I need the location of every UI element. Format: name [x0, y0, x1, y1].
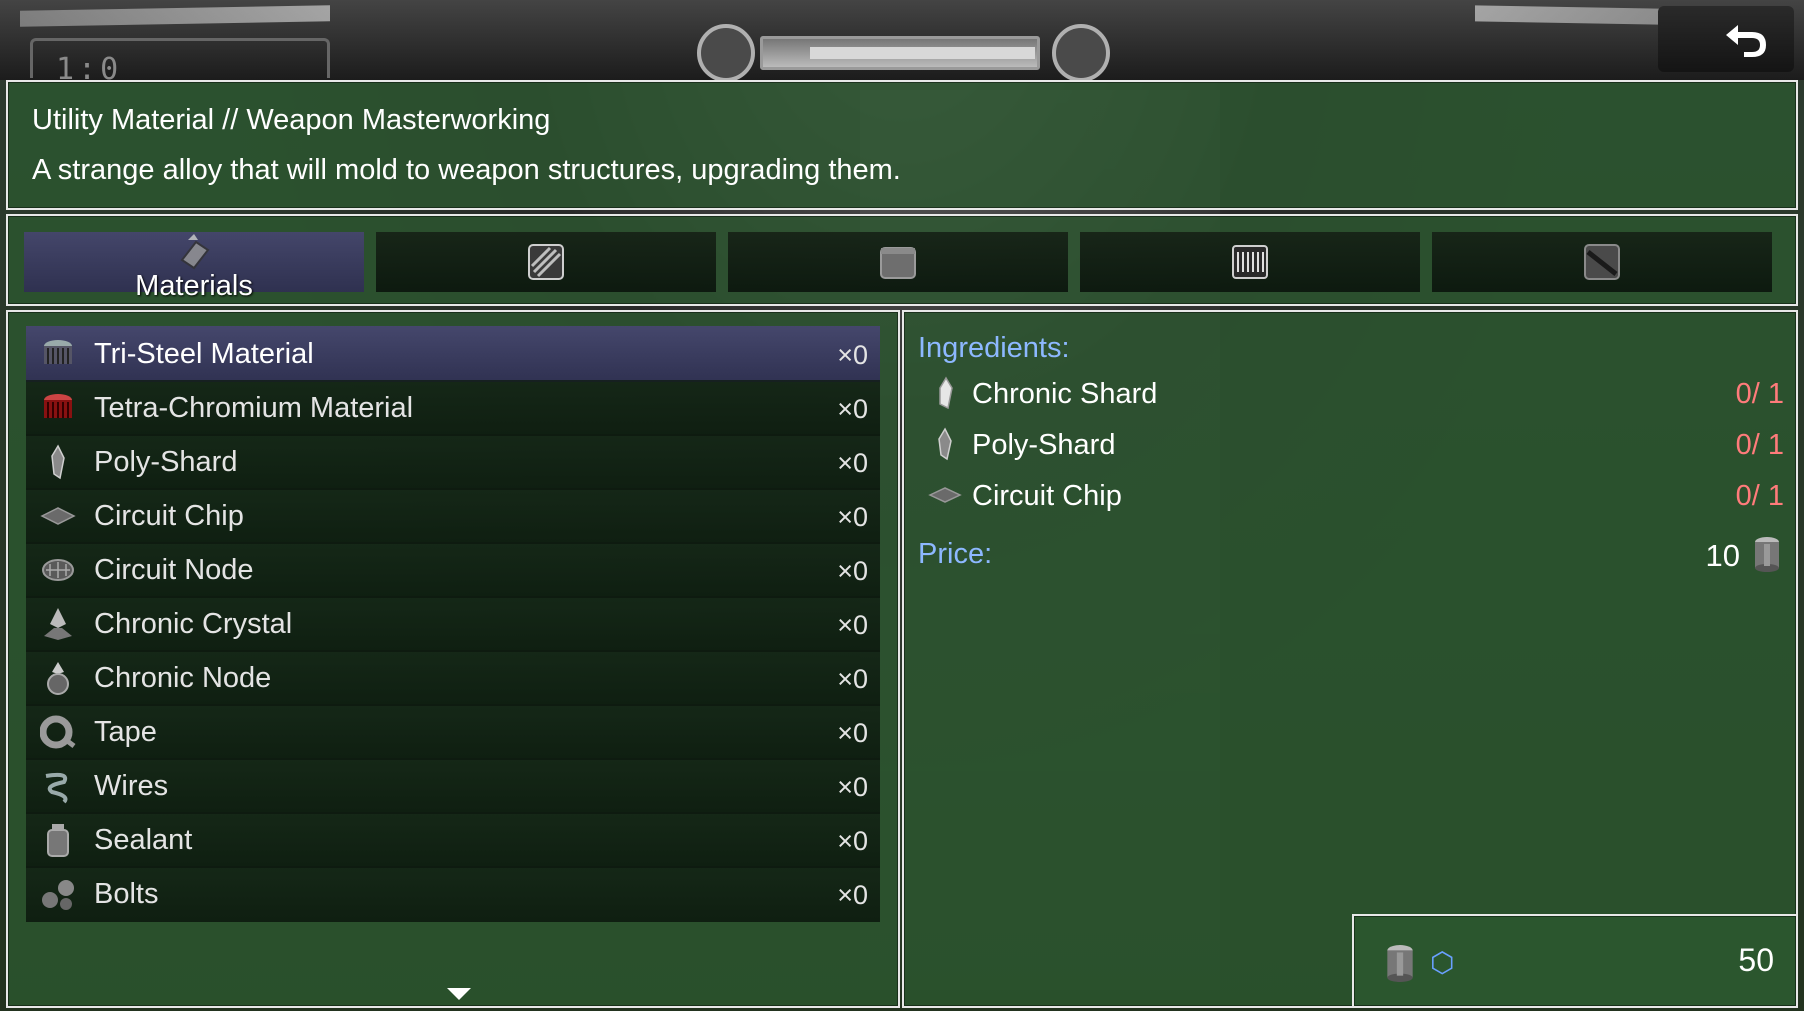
hud-gauge-fill: [810, 47, 1035, 59]
tab-materials-label: Materials: [135, 270, 253, 302]
hud-circle-right: [1052, 24, 1110, 82]
ingredient-row: Poly-Shard 0/ 1: [918, 423, 1784, 467]
list-item[interactable]: Poly-Shard ×0: [26, 434, 880, 490]
grey-block-icon: [880, 247, 916, 279]
item-count: ×0: [837, 826, 868, 856]
list-item[interactable]: Wires ×0: [26, 758, 880, 814]
ingredient-row: Circuit Chip 0/ 1: [918, 474, 1784, 518]
wires-icon: [45, 772, 68, 804]
bolts-icon: [42, 880, 74, 910]
list-item[interactable]: Chronic Crystal ×0: [26, 596, 880, 652]
item-name: Wires: [94, 770, 169, 802]
item-name: Chronic Crystal: [94, 608, 293, 640]
currency-amount: 50: [1738, 942, 1774, 978]
item-count: ×0: [837, 556, 868, 586]
item-description: A strange alloy that will mold to weapon…: [32, 154, 901, 186]
circuit-chip-icon: [928, 487, 962, 503]
list-item[interactable]: Circuit Node ×0: [26, 542, 880, 598]
tab-blade[interactable]: [1432, 232, 1772, 292]
item-name: Tape: [94, 716, 157, 748]
item-name: Chronic Node: [94, 662, 272, 694]
list-item[interactable]: Tetra-Chromium Material ×0: [26, 380, 880, 436]
ingredient-name: Circuit Chip: [972, 480, 1122, 512]
scroll-down-arrow-icon[interactable]: [447, 988, 471, 1000]
help-panel: Utility Material // Weapon Masterworking…: [6, 80, 1798, 210]
list-item[interactable]: Tape ×0: [26, 704, 880, 760]
list-item[interactable]: Circuit Chip ×0: [26, 488, 880, 544]
tetra-chromium-icon: [44, 394, 72, 418]
currency-canister-icon: [1387, 945, 1413, 982]
item-count: ×0: [837, 502, 868, 532]
tab-book[interactable]: [1080, 232, 1420, 292]
materials-icon: [180, 234, 210, 270]
list-item[interactable]: Sealant ×0: [26, 812, 880, 868]
poly-shard-icon: [51, 444, 65, 480]
poly-shard-icon: [938, 427, 952, 461]
item-count: ×0: [837, 772, 868, 802]
list-item[interactable]: Tri-Steel Material ×0: [26, 326, 880, 382]
item-name: Tri-Steel Material: [94, 338, 314, 370]
item-name: Circuit Chip: [94, 500, 244, 532]
ingredient-qty: 0/ 1: [1735, 378, 1784, 410]
ingredient-qty: 0/ 1: [1735, 429, 1784, 461]
currency-panel: ⬡ 50: [1352, 914, 1798, 1008]
item-count: ×0: [837, 664, 868, 694]
list-item[interactable]: Chronic Node ×0: [26, 650, 880, 706]
chronic-crystal-icon: [44, 608, 72, 640]
item-count: ×0: [837, 718, 868, 748]
item-category-title: Utility Material // Weapon Masterworking: [32, 104, 551, 136]
category-tabs: Materials: [6, 214, 1798, 306]
recipe-detail: Ingredients: Chronic Shard 0/ 1 Poly-Sha…: [902, 310, 1798, 1008]
tri-steel-icon: [44, 340, 72, 364]
undo-arrow-icon: [1726, 25, 1766, 57]
ingredients-heading: Ingredients:: [918, 332, 1070, 364]
ingredient-name: Chronic Shard: [972, 378, 1158, 410]
tape-icon: [40, 715, 76, 749]
item-name: Circuit Node: [94, 554, 254, 586]
blade-icon: [1584, 244, 1620, 280]
currency-canister-icon: [1755, 537, 1779, 572]
tab-materials[interactable]: Materials: [24, 232, 364, 302]
hud-circle-left: [697, 24, 755, 82]
tab-striped-crate[interactable]: [376, 232, 716, 292]
item-name: Tetra-Chromium Material: [94, 392, 414, 424]
circuit-node-icon: [42, 559, 74, 581]
item-name: Sealant: [94, 824, 193, 856]
sealant-icon: [47, 824, 69, 857]
item-count: ×0: [837, 610, 868, 640]
ingredient-name: Poly-Shard: [972, 429, 1116, 461]
price-heading: Price:: [918, 538, 993, 570]
chronic-shard-icon: [939, 376, 953, 410]
item-count: ×0: [837, 880, 868, 910]
price-value: 10: [1705, 538, 1740, 573]
item-count: ×0: [837, 394, 868, 424]
item-name: Bolts: [94, 878, 159, 910]
currency-hex-icon: ⬡: [1430, 947, 1455, 978]
ingredient-row: Chronic Shard 0/ 1: [918, 372, 1784, 416]
tab-grey-block[interactable]: [728, 232, 1068, 292]
back-button[interactable]: [1658, 6, 1794, 72]
list-item[interactable]: Bolts ×0: [26, 866, 880, 922]
item-count: ×0: [837, 448, 868, 478]
item-name: Poly-Shard: [94, 446, 238, 478]
circuit-chip-icon: [40, 507, 76, 525]
striped-crate-icon: [528, 244, 564, 280]
item-count: ×0: [837, 340, 868, 370]
chronic-node-icon: [47, 662, 69, 695]
book-icon: [1232, 245, 1268, 279]
material-list: Tri-Steel Material ×0 Tetra-Chromium Mat…: [6, 310, 900, 1008]
ingredient-qty: 0/ 1: [1735, 480, 1784, 512]
